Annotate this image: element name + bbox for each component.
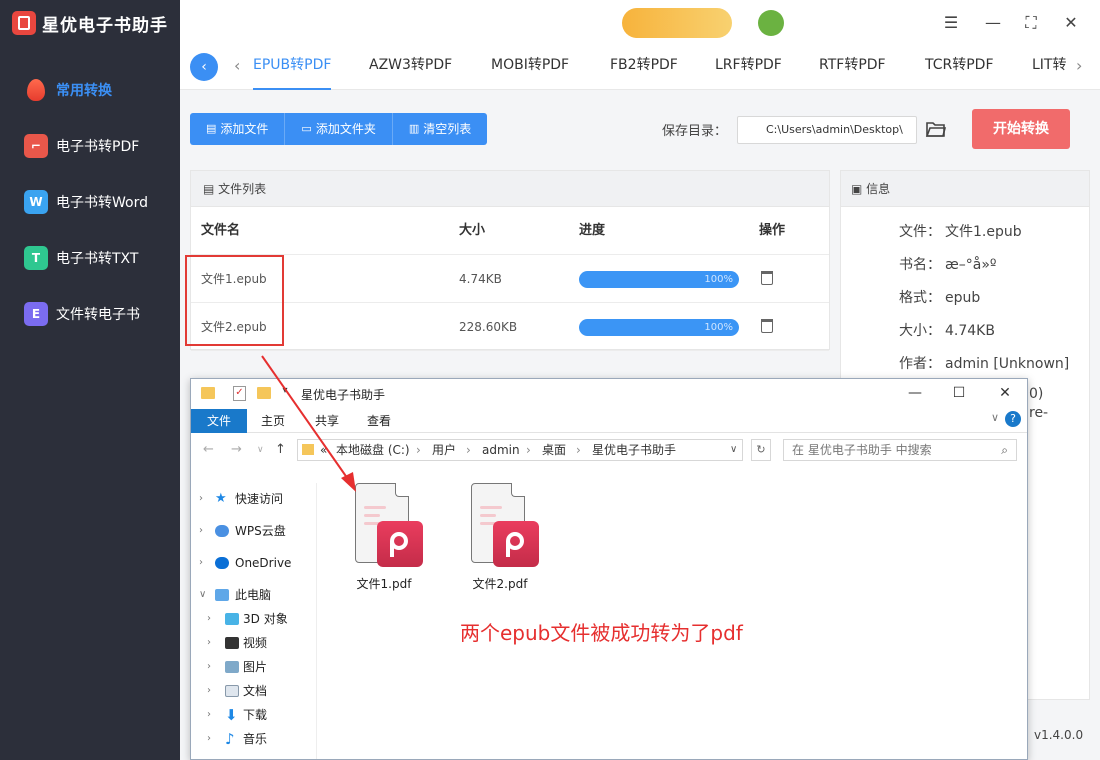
annotation-arrow — [261, 355, 356, 492]
annotation-caption: 两个epub文件被成功转为了pdf — [460, 621, 743, 645]
